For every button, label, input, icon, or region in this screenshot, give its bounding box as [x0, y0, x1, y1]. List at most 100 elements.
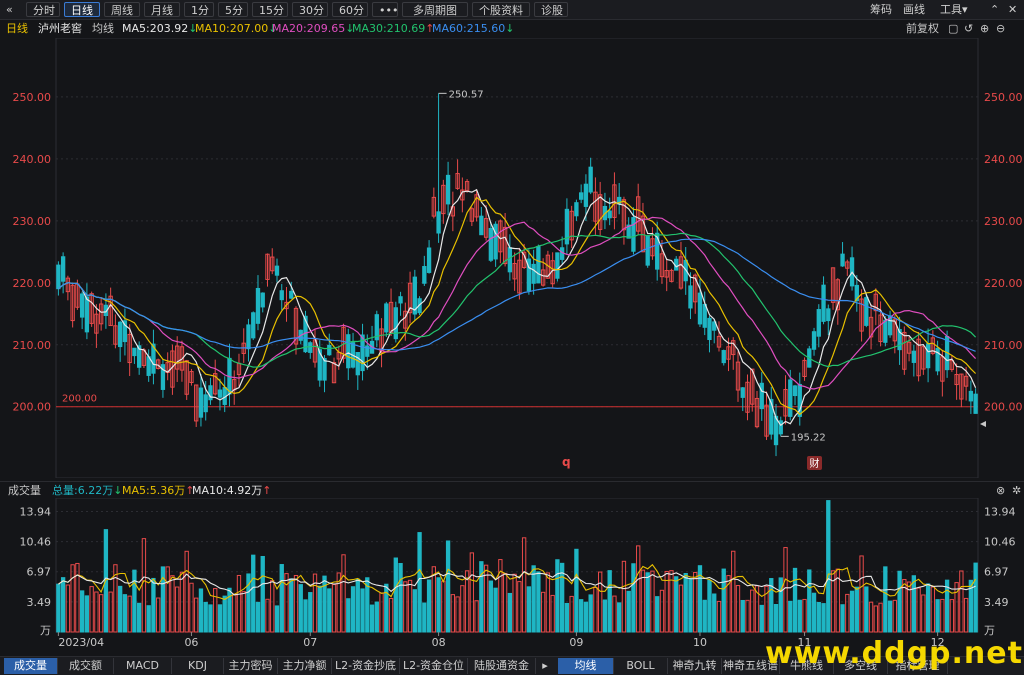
ma10-text: MA10:207.00 — [195, 22, 269, 35]
indicator-tab-right-1[interactable]: BOLL — [614, 658, 668, 674]
candle-body — [792, 385, 798, 397]
period-button-3[interactable]: 月线 — [144, 2, 180, 17]
volume-chart[interactable]: 13.94 13.9410.46 10.466.97 6.973.49 3.49万 万20… — [0, 498, 1024, 656]
indicator-tab-left-2[interactable]: MACD — [114, 658, 172, 674]
indicator-tab-right-2[interactable]: 神奇九转 — [668, 658, 722, 674]
period-button-6[interactable]: 15分 — [252, 2, 288, 17]
indicator-tab-left-6[interactable]: L2-资金抄底 — [332, 658, 400, 674]
period-button-12[interactable]: 诊股 — [534, 2, 568, 17]
candle-body — [198, 387, 204, 418]
volume-bar — [797, 599, 802, 633]
x-axis-label: 08 — [432, 636, 446, 649]
price-tick-right: 250.00 — [984, 91, 1023, 104]
volume-bar — [479, 561, 484, 633]
indicator-tab-left-8[interactable]: 陆股通资金 — [468, 658, 536, 674]
draw-line-button[interactable]: 画线 — [903, 2, 925, 17]
chip-button[interactable]: 筹码 — [870, 2, 892, 17]
volume-bar — [498, 559, 503, 633]
volume-bar — [355, 578, 360, 633]
volume-bar — [816, 601, 821, 633]
indicator-tab-left-4[interactable]: 主力密码 — [224, 658, 278, 674]
volume-bar — [222, 595, 227, 633]
volume-bar — [369, 604, 375, 633]
period-button-11[interactable]: 个股资料 — [472, 2, 530, 17]
volume-bar — [973, 562, 978, 633]
candle-body — [426, 247, 432, 273]
volume-bar — [621, 560, 627, 633]
volume-bar — [189, 582, 194, 633]
ma5-value: MA5:203.92↓ — [122, 20, 197, 37]
indicator-tab-left-0[interactable]: 成交量 — [4, 658, 58, 674]
volume-bar — [759, 604, 764, 633]
square-icon[interactable]: ▢ — [948, 20, 958, 37]
zoom-in-icon[interactable]: ⊕ — [980, 20, 989, 37]
volume-bar — [693, 571, 698, 633]
indicator-tab-left-1[interactable]: 成交额 — [58, 658, 114, 674]
volume-bar — [56, 583, 61, 633]
period-button-0[interactable]: 分时 — [26, 2, 60, 17]
period-button-2[interactable]: 周线 — [104, 2, 140, 17]
indicator-tab-left-3[interactable]: KDJ — [172, 658, 224, 674]
tools-menu-button[interactable]: 工具▾ — [940, 2, 968, 17]
tabs-scroll-icon[interactable]: ▸ — [537, 658, 553, 674]
period-button-10[interactable]: 多周期图 — [402, 2, 468, 17]
stock-name[interactable]: 泸州老窖 — [38, 20, 82, 37]
period-button-9[interactable]: ••• — [372, 2, 398, 17]
candle-body — [574, 202, 579, 217]
zoom-out-icon[interactable]: ⊖ — [996, 20, 1005, 37]
volume-bar — [175, 586, 180, 633]
last-price-pointer — [980, 421, 986, 427]
period-button-5[interactable]: 5分 — [218, 2, 248, 17]
volume-bar — [388, 597, 394, 633]
close-indicator-icon[interactable]: ⊗ — [996, 482, 1005, 499]
candle-body — [346, 334, 351, 369]
volume-bar — [213, 588, 218, 633]
site-watermark: www.ddgp.net — [765, 636, 1023, 671]
volume-bar — [545, 572, 551, 633]
volume-bar — [346, 598, 351, 633]
collapse-icon[interactable]: « — [6, 2, 13, 17]
settings-gear-icon[interactable]: ✲ — [1012, 482, 1021, 499]
volume-bar — [849, 590, 855, 633]
indicator-tab-left-5[interactable]: 主力净额 — [278, 658, 332, 674]
volume-bar — [431, 566, 436, 633]
candlestick-chart[interactable]: 250.00 250.00 240.00 240.00 230.00 230.00 220.… — [0, 38, 1024, 478]
price-tick-left: 220.00 — [13, 277, 52, 290]
candle-body — [384, 303, 389, 333]
volume-bar — [659, 589, 665, 633]
candle-body — [327, 344, 332, 356]
period-button-4[interactable]: 1分 — [184, 2, 214, 17]
candle-body — [583, 183, 589, 207]
indicator-tab-left-7[interactable]: L2-资金仓位 — [400, 658, 468, 674]
volume-bar — [284, 573, 289, 633]
expand-icon[interactable]: ⌃ — [990, 2, 999, 17]
candle-body — [203, 394, 208, 413]
volume-bar — [921, 594, 926, 633]
volume-bar — [241, 591, 246, 633]
period-button-7[interactable]: 30分 — [292, 2, 328, 17]
ma60-value: MA60:215.60↓ — [432, 20, 514, 37]
volume-bar — [79, 590, 85, 633]
indicator-tab-right-0[interactable]: 均线 — [558, 658, 614, 674]
volume-bar — [707, 579, 712, 633]
volume-bar — [327, 588, 332, 633]
volume-bar — [788, 600, 793, 633]
volume-bar — [384, 583, 389, 633]
volume-bar — [322, 575, 327, 633]
adjust-mode[interactable]: 前复权 — [906, 20, 939, 37]
volume-ma5-line — [58, 563, 977, 600]
refresh-icon[interactable]: ↺ — [964, 20, 973, 37]
volume-bar — [293, 574, 299, 633]
period-button-1[interactable]: 日线 — [64, 2, 100, 17]
volume-title[interactable]: 成交量 — [8, 482, 41, 499]
avg-line-label[interactable]: 均线 — [92, 20, 114, 37]
close-icon[interactable]: ✕ — [1008, 2, 1017, 17]
volume-bar — [379, 592, 384, 633]
volume-bar — [137, 602, 142, 633]
period-button-8[interactable]: 60分 — [332, 2, 368, 17]
volume-bar — [735, 585, 741, 633]
volume-bar — [417, 532, 422, 633]
volume-bar — [426, 579, 432, 633]
candle-body — [840, 253, 845, 267]
volume-bar — [916, 587, 921, 633]
